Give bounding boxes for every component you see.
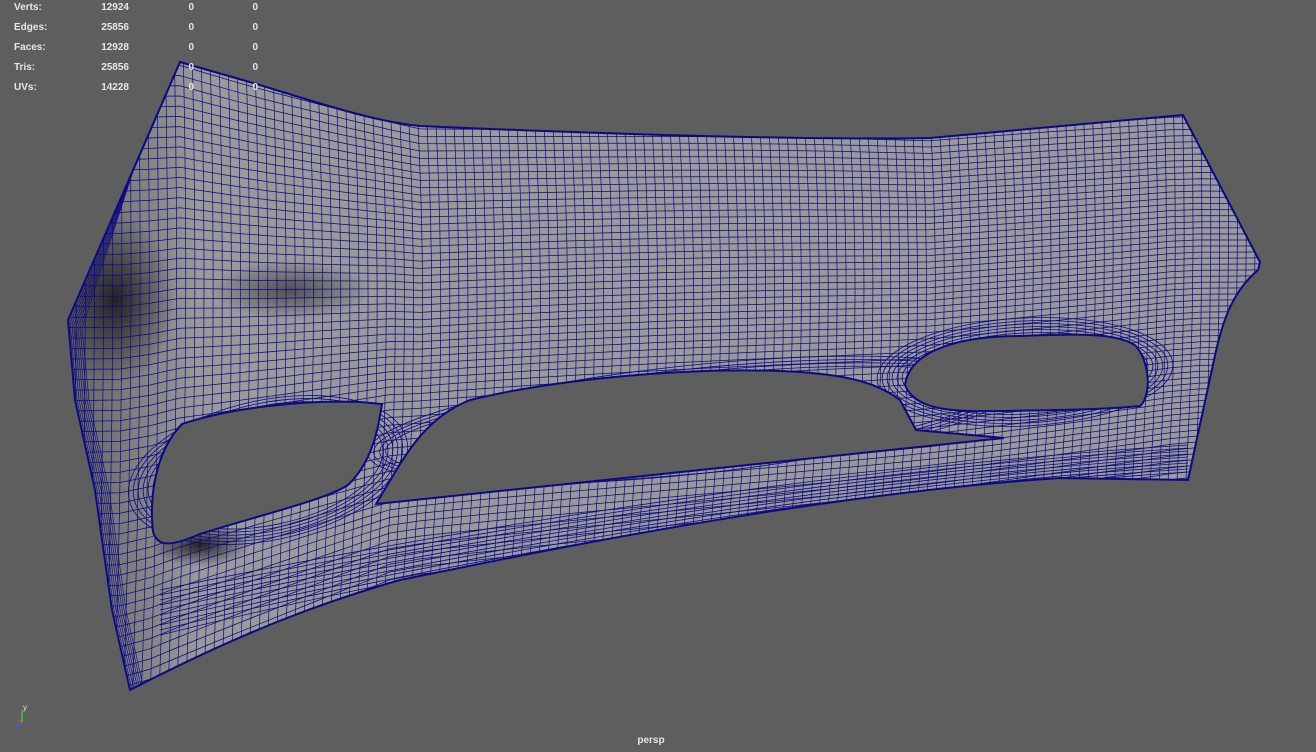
hud-label: Edges: (14, 22, 48, 33)
perspective-viewport[interactable]: Verts: 12924 0 0 Edges: 25856 0 0 Faces:… (0, 0, 1316, 752)
hud-value: 0 (252, 42, 258, 53)
z-axis-line (14, 721, 23, 728)
hud-value: 0 (252, 62, 258, 73)
hud-value: 25856 (101, 22, 129, 33)
y-axis-label: y (23, 703, 27, 712)
hud-value: 12928 (101, 42, 129, 53)
hud-label: UVs: (14, 82, 37, 93)
camera-name-label: persp (637, 735, 665, 746)
hud-value: 25856 (101, 62, 129, 73)
hud-value: 0 (188, 82, 194, 93)
hud-label: Tris: (14, 62, 36, 73)
axis-gizmo-icon: y (14, 703, 27, 728)
mesh-edge-vertical (1247, 88, 1256, 498)
hud-label: Verts: (14, 2, 42, 13)
hud-value: 0 (188, 2, 194, 13)
hud-label: Faces: (14, 42, 46, 53)
hud-value: 0 (188, 42, 194, 53)
mesh-edge-vertical (1238, 89, 1247, 498)
mesh-edge-vertical (60, 42, 67, 735)
bumper-mesh-wireframe[interactable] (0, 0, 1316, 752)
hud-value: 0 (188, 22, 194, 33)
hud-value: 0 (252, 2, 258, 13)
hud-value: 0 (252, 22, 258, 33)
hud-value: 0 (252, 82, 258, 93)
hud-value: 12924 (101, 2, 129, 13)
hud-value: 14228 (101, 82, 129, 93)
hud-value: 0 (188, 62, 194, 73)
